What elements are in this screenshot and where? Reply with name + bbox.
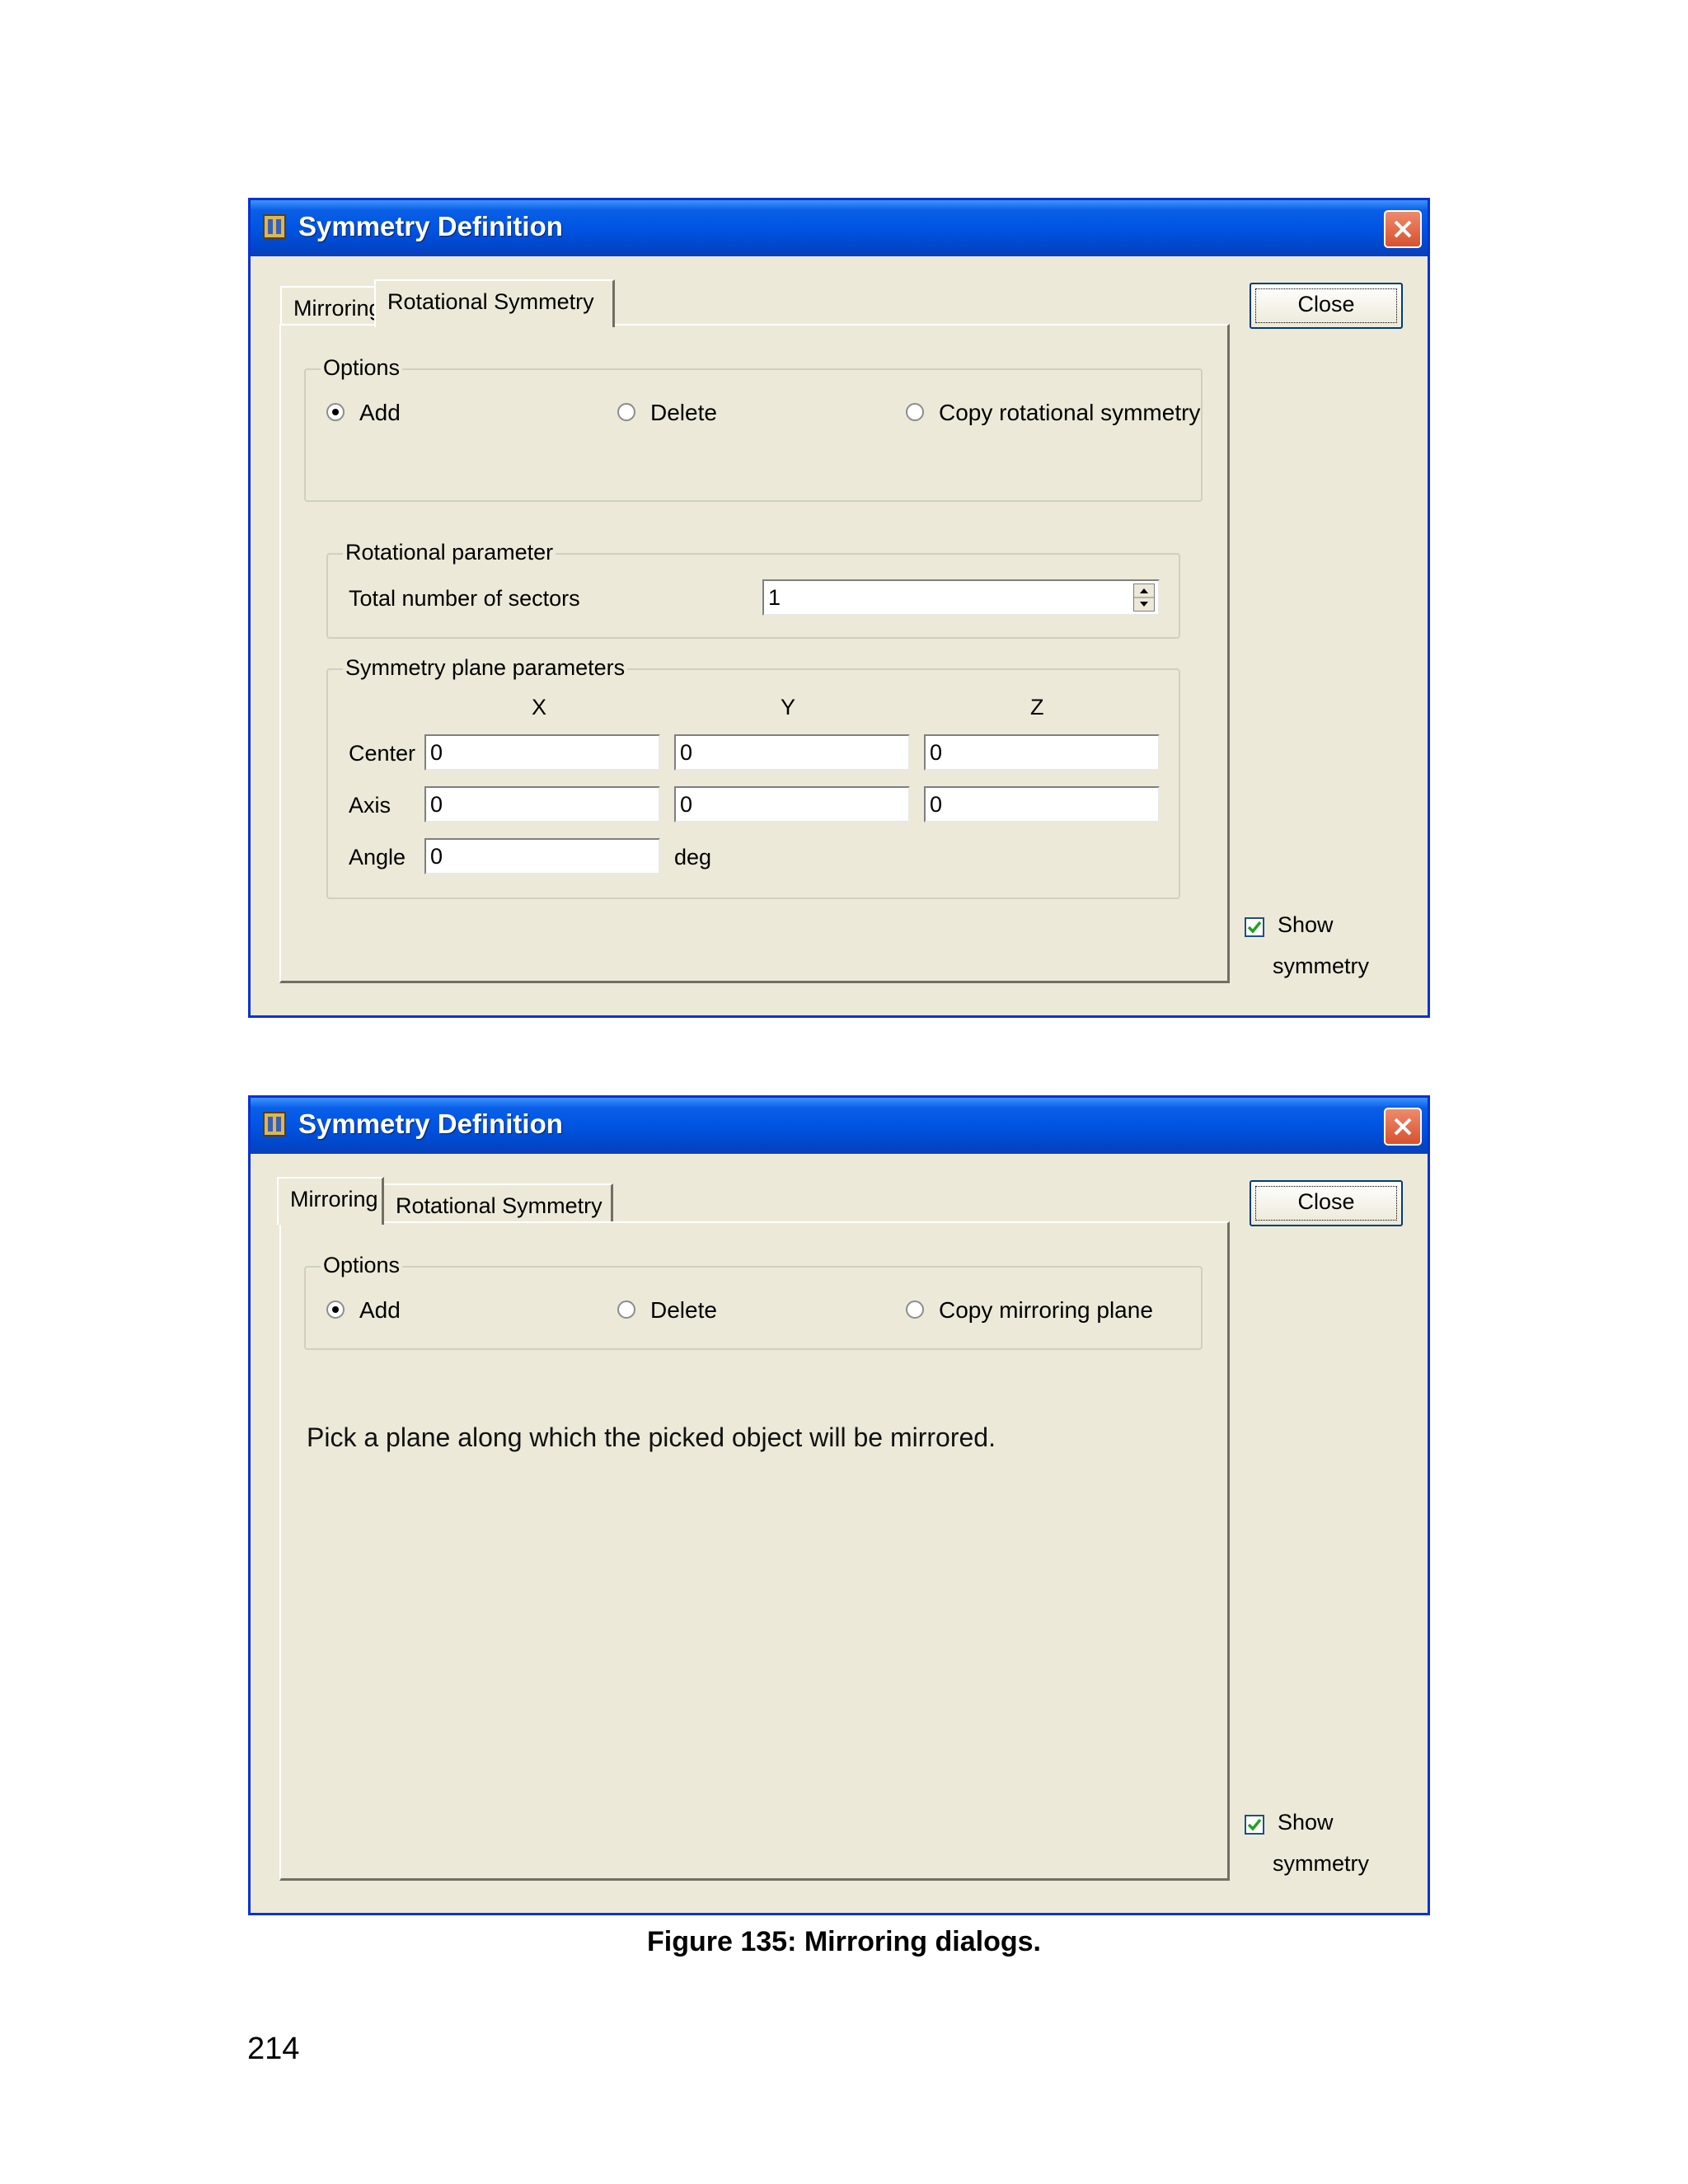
angle-label: Angle <box>349 845 406 869</box>
radio-add-circle <box>326 1301 345 1319</box>
page-number: 214 <box>247 2032 300 2066</box>
window-title: Symmetry Definition <box>298 1108 563 1139</box>
options-group: Options Add Delete Copy rotational symme… <box>304 355 1203 502</box>
center-x-input[interactable]: 0 <box>424 734 660 771</box>
title-bar[interactable]: Symmetry Definition <box>251 200 1428 256</box>
tab-panel-rotational: Options Add Delete Copy rotational symme… <box>279 324 1230 983</box>
center-label: Center <box>349 741 416 766</box>
rotational-parameter-group: Rotational parameter Total number of sec… <box>326 540 1180 639</box>
app-icon <box>262 1109 287 1139</box>
symmetry-plane-parameters-group: Symmetry plane parameters X Y Z Center 0… <box>326 655 1180 899</box>
title-bar[interactable]: Symmetry Definition <box>251 1098 1428 1154</box>
radio-delete-circle <box>617 403 635 421</box>
tab-rotational-symmetry[interactable]: Rotational Symmetry <box>382 1183 613 1223</box>
show-symmetry-checkbox[interactable] <box>1245 917 1264 937</box>
options-legend: Options <box>321 355 403 381</box>
show-symmetry-label: Show <box>1278 912 1334 937</box>
tab-rotational-symmetry-label: Rotational Symmetry <box>396 1193 603 1218</box>
axis-x-input[interactable]: 0 <box>424 786 660 823</box>
show-symmetry-label-line2: symmetry <box>1273 1851 1369 1876</box>
axis-z-input[interactable]: 0 <box>924 786 1160 823</box>
window-title: Symmetry Definition <box>298 211 563 241</box>
radio-delete-circle <box>617 1301 635 1319</box>
radio-add-label: Add <box>359 400 401 425</box>
total-sectors-spinner[interactable]: 1 <box>762 579 1160 616</box>
window-close-icon[interactable] <box>1384 210 1422 248</box>
tab-panel-mirroring: Options Add Delete Copy mirroring plane … <box>279 1221 1230 1881</box>
center-y-input[interactable]: 0 <box>674 734 910 771</box>
tab-mirroring[interactable]: Mirroring <box>280 286 382 326</box>
angle-input[interactable]: 0 <box>424 838 660 874</box>
radio-delete-label: Delete <box>650 400 717 425</box>
angle-unit-label: deg <box>674 845 712 869</box>
show-symmetry-label: Show <box>1278 1810 1334 1835</box>
total-sectors-label: Total number of sectors <box>349 586 580 611</box>
center-z-input[interactable]: 0 <box>924 734 1160 771</box>
checkmark-icon <box>1247 921 1262 934</box>
radio-copy-label: Copy rotational symmetry <box>939 400 1201 425</box>
checkmark-icon <box>1247 1818 1262 1831</box>
app-icon <box>262 212 287 241</box>
focus-outline <box>1255 288 1397 323</box>
symmetry-definition-dialog-rotational: Symmetry Definition Mirroring Rotational… <box>248 198 1430 1018</box>
radio-copy-label: Copy mirroring plane <box>939 1297 1153 1323</box>
axis-y-input[interactable]: 0 <box>674 786 910 823</box>
tab-mirroring-label: Mirroring <box>293 296 382 321</box>
column-x-label: X <box>532 695 547 719</box>
spinner-arrows-icon[interactable] <box>1133 583 1155 612</box>
tab-mirroring-label: Mirroring <box>290 1187 378 1212</box>
close-button[interactable]: Close <box>1250 283 1403 329</box>
tab-mirroring[interactable]: Mirroring <box>277 1177 384 1225</box>
radio-delete-label: Delete <box>650 1297 717 1323</box>
options-group: Options Add Delete Copy mirroring plane <box>304 1253 1203 1350</box>
symmetry-definition-dialog-mirroring: Symmetry Definition Mirroring Rotational… <box>248 1095 1430 1915</box>
rotational-parameter-legend: Rotational parameter <box>343 540 556 565</box>
show-symmetry-label-line2: symmetry <box>1273 954 1369 978</box>
figure-caption: Figure 135: Mirroring dialogs. <box>647 1926 1041 1957</box>
radio-copy-circle <box>906 403 924 421</box>
show-symmetry-checkbox[interactable] <box>1245 1815 1264 1835</box>
options-legend: Options <box>321 1253 403 1278</box>
focus-outline <box>1255 1186 1397 1221</box>
radio-add-label: Add <box>359 1297 401 1323</box>
radio-add-circle <box>326 403 345 421</box>
total-sectors-value: 1 <box>768 585 781 610</box>
close-button[interactable]: Close <box>1250 1180 1403 1226</box>
tab-rotational-symmetry-label: Rotational Symmetry <box>387 289 594 314</box>
column-z-label: Z <box>1030 695 1044 719</box>
column-y-label: Y <box>781 695 796 719</box>
tab-rotational-symmetry[interactable]: Rotational Symmetry <box>374 279 615 327</box>
instruction-message: Pick a plane along which the picked obje… <box>307 1422 996 1452</box>
axis-label: Axis <box>349 793 392 818</box>
window-close-icon[interactable] <box>1384 1108 1422 1146</box>
radio-copy-circle <box>906 1301 924 1319</box>
symmetry-plane-legend: Symmetry plane parameters <box>343 655 628 681</box>
